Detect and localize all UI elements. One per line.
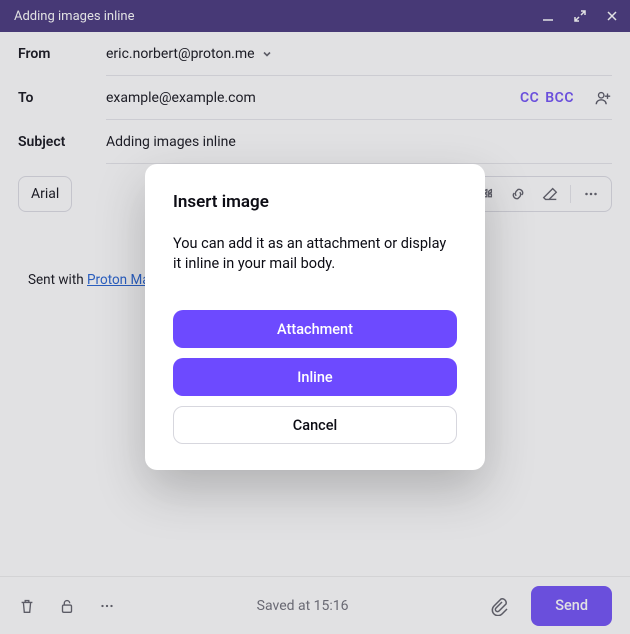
attachment-button[interactable]: Attachment bbox=[173, 310, 457, 348]
modal-overlay[interactable]: Insert image You can add it as an attach… bbox=[0, 0, 630, 634]
inline-button[interactable]: Inline bbox=[173, 358, 457, 396]
dialog-title: Insert image bbox=[173, 192, 457, 212]
insert-image-dialog: Insert image You can add it as an attach… bbox=[145, 164, 485, 471]
dialog-body: You can add it as an attachment or displ… bbox=[173, 234, 457, 275]
compose-window: Adding images inline From eric.norbert@p… bbox=[0, 0, 630, 634]
cancel-button[interactable]: Cancel bbox=[173, 406, 457, 444]
